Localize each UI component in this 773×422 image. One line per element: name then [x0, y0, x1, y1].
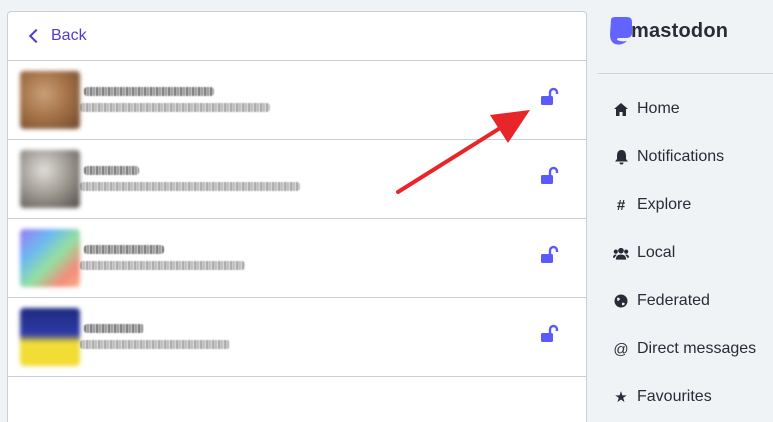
- logo-wordmark: mastodon: [631, 19, 729, 42]
- account-row[interactable]: [8, 298, 586, 377]
- nav-direct-messages-label: Direct messages: [637, 340, 757, 357]
- at-icon: @: [613, 340, 629, 358]
- account-handle-redacted: [80, 103, 270, 112]
- main-column: Back: [7, 11, 587, 422]
- account-row[interactable]: [8, 140, 586, 219]
- unlock-icon[interactable]: [538, 165, 560, 187]
- users-icon: [613, 245, 629, 261]
- avatar: [20, 150, 80, 208]
- nav-favourites-label: Favourites: [637, 388, 712, 405]
- avatar: [20, 71, 80, 129]
- account-handle-redacted: [80, 261, 245, 270]
- nav-direct-messages[interactable]: @ Direct messages: [613, 340, 756, 358]
- nav-local[interactable]: Local: [613, 244, 675, 262]
- account-name-redacted: [84, 245, 164, 254]
- home-icon: [613, 101, 629, 117]
- mastodon-logo[interactable]: mastodon: [607, 16, 728, 46]
- unlock-icon[interactable]: [538, 86, 560, 108]
- hashtag-icon: #: [616, 196, 626, 214]
- globe-icon: [613, 293, 629, 309]
- avatar: [20, 308, 80, 366]
- unlock-icon[interactable]: [538, 244, 560, 266]
- nav-notifications[interactable]: Notifications: [613, 148, 724, 166]
- sidebar: mastodon Home Notifications # Explore Lo…: [597, 0, 773, 422]
- divider: [597, 73, 773, 74]
- nav-local-label: Local: [637, 244, 676, 261]
- nav-notifications-label: Notifications: [637, 148, 725, 165]
- account-name-redacted: [84, 324, 144, 333]
- nav-home[interactable]: Home: [613, 100, 680, 118]
- nav-favourites[interactable]: ★ Favourites: [613, 388, 712, 406]
- avatar: [20, 229, 80, 287]
- star-icon: ★: [614, 389, 628, 406]
- back-button[interactable]: Back: [8, 12, 586, 61]
- account-name-redacted: [84, 166, 139, 175]
- chevron-left-icon: [28, 28, 44, 44]
- nav-federated-label: Federated: [637, 292, 710, 309]
- back-label: Back: [51, 27, 87, 44]
- nav-explore-label: Explore: [637, 196, 692, 213]
- nav-federated[interactable]: Federated: [613, 292, 710, 310]
- account-row[interactable]: [8, 61, 586, 140]
- bell-icon: [613, 149, 629, 165]
- account-handle-redacted: [80, 340, 230, 349]
- nav-explore[interactable]: # Explore: [613, 196, 691, 214]
- unlock-icon[interactable]: [538, 323, 560, 345]
- account-name-redacted: [84, 87, 214, 96]
- account-handle-redacted: [80, 182, 300, 191]
- account-row[interactable]: [8, 219, 586, 298]
- nav-home-label: Home: [637, 100, 680, 117]
